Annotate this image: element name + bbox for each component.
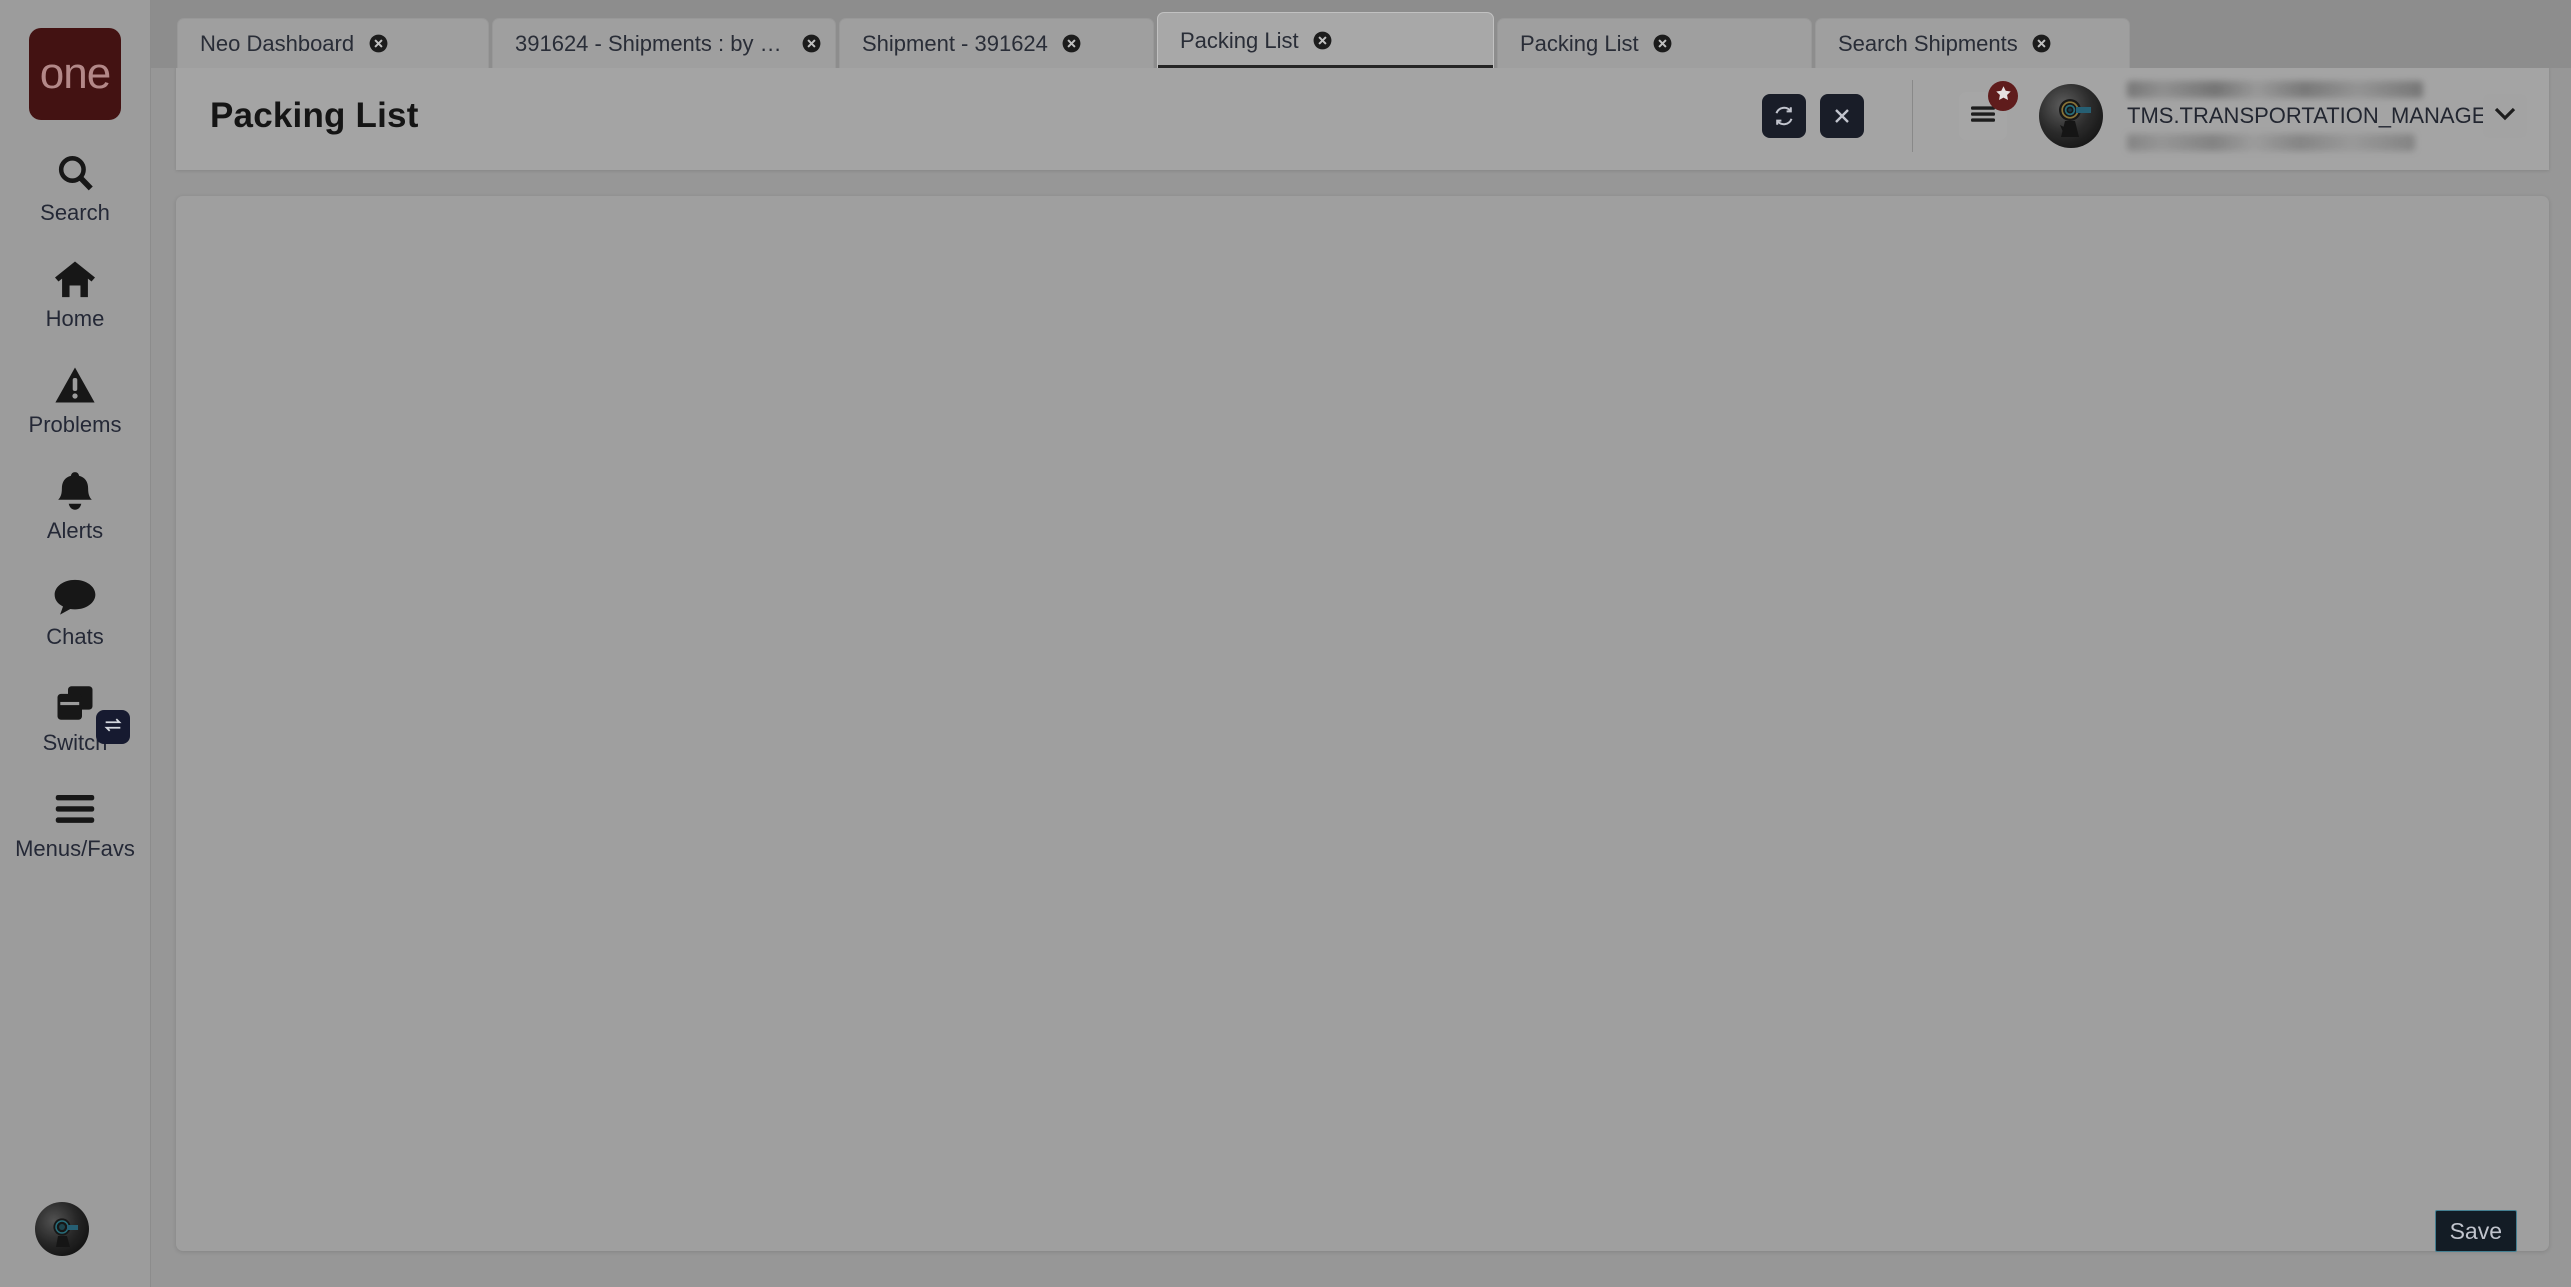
bell-icon <box>55 467 95 515</box>
user-menu-toggle[interactable] <box>2483 94 2527 138</box>
warning-triangle-icon <box>54 361 96 409</box>
search-icon <box>54 149 96 197</box>
user-org-redacted <box>2127 134 2415 151</box>
user-avatar-icon <box>47 1214 81 1248</box>
page-title: Packing List <box>210 96 419 135</box>
sidebar-avatar[interactable] <box>35 1202 89 1256</box>
favorites-menu-button[interactable] <box>1959 81 2018 140</box>
user-account-block[interactable]: TMS.TRANSPORTATION_MANAGER <box>2039 80 2527 152</box>
tab-close-icon[interactable] <box>1299 31 1347 50</box>
refresh-icon <box>1772 104 1796 128</box>
brand-logo-text: one <box>39 49 111 98</box>
avatar <box>2039 84 2103 148</box>
chevron-down-icon <box>2493 106 2517 126</box>
sidebar-item-search[interactable]: Search <box>0 120 151 226</box>
home-icon <box>53 255 97 303</box>
main-content-card <box>176 196 2549 1251</box>
swap-arrows-icon <box>102 714 124 741</box>
footer-action-bar: Save <box>176 1198 2549 1264</box>
page-header: Packing List TMS.TRANSPORTATION_MANAGER <box>176 62 2549 170</box>
browser-tab-bar: Neo Dashboard 391624 - Shipments : by Sh… <box>151 0 2571 68</box>
sidebar-item-label: Menus/Favs <box>15 836 135 861</box>
sidebar-item-label: Home <box>45 306 105 331</box>
sidebar-item-problems[interactable]: Problems <box>0 332 151 438</box>
user-display-name-redacted <box>2127 81 2423 98</box>
sidebar-item-switch[interactable]: Switch <box>0 650 151 756</box>
sidebar-item-label: Chats <box>46 624 104 649</box>
switch-windows-icon <box>54 679 96 727</box>
sidebar-item-home[interactable]: Home <box>0 226 151 332</box>
header-actions: TMS.TRANSPORTATION_MANAGER <box>1748 80 2549 152</box>
sidebar-item-label: Alerts <box>46 518 104 543</box>
tab-label: Search Shipments <box>1838 30 2018 56</box>
tab-close-icon[interactable] <box>354 34 402 53</box>
tab-close-icon[interactable] <box>1639 34 1687 53</box>
tab-neo-dashboard[interactable]: Neo Dashboard <box>177 18 489 68</box>
tab-close-icon[interactable] <box>787 34 835 53</box>
switch-badge[interactable] <box>95 710 130 744</box>
tab-search-shipments[interactable]: Search Shipments <box>1815 18 2130 68</box>
user-login-name: TMS.TRANSPORTATION_MANAGER <box>2127 103 2503 128</box>
tab-close-icon[interactable] <box>2018 34 2066 53</box>
left-sidebar: one Search Home Problems Alerts Chats Sw… <box>0 0 151 1287</box>
star-badge <box>1988 81 2018 111</box>
close-x-icon <box>1831 105 1853 127</box>
tab-close-icon[interactable] <box>1048 34 1096 53</box>
tab-label: Packing List <box>1180 27 1299 53</box>
close-page-button[interactable] <box>1820 94 1864 138</box>
refresh-button[interactable] <box>1762 94 1806 138</box>
sidebar-item-label: Search <box>40 200 110 225</box>
tab-shipments-by-shipment[interactable]: 391624 - Shipments : by Shipme... <box>492 18 836 68</box>
user-text-block: TMS.TRANSPORTATION_MANAGER <box>2127 80 2503 152</box>
save-button[interactable]: Save <box>2434 1210 2517 1252</box>
tab-shipment-391624[interactable]: Shipment - 391624 <box>839 18 1154 68</box>
user-avatar-icon <box>2052 95 2094 137</box>
sidebar-item-label: Problems <box>28 412 122 437</box>
tab-label: Neo Dashboard <box>200 30 355 56</box>
sidebar-item-alerts[interactable]: Alerts <box>0 438 151 544</box>
tab-label: Shipment - 391624 <box>862 30 1048 56</box>
tab-packing-list-2[interactable]: Packing List <box>1497 18 1812 68</box>
sidebar-item-menus-favs[interactable]: Menus/Favs <box>0 756 151 862</box>
tab-packing-list-active[interactable]: Packing List <box>1157 12 1494 68</box>
hamburger-icon <box>54 785 96 833</box>
star-icon <box>1995 85 2012 107</box>
tab-label: Packing List <box>1520 30 1639 56</box>
brand-logo[interactable]: one <box>29 28 121 120</box>
sidebar-item-chats[interactable]: Chats <box>0 544 151 650</box>
header-divider <box>1912 80 1913 152</box>
chat-bubble-icon <box>53 573 97 621</box>
tab-label: 391624 - Shipments : by Shipme... <box>515 30 787 56</box>
